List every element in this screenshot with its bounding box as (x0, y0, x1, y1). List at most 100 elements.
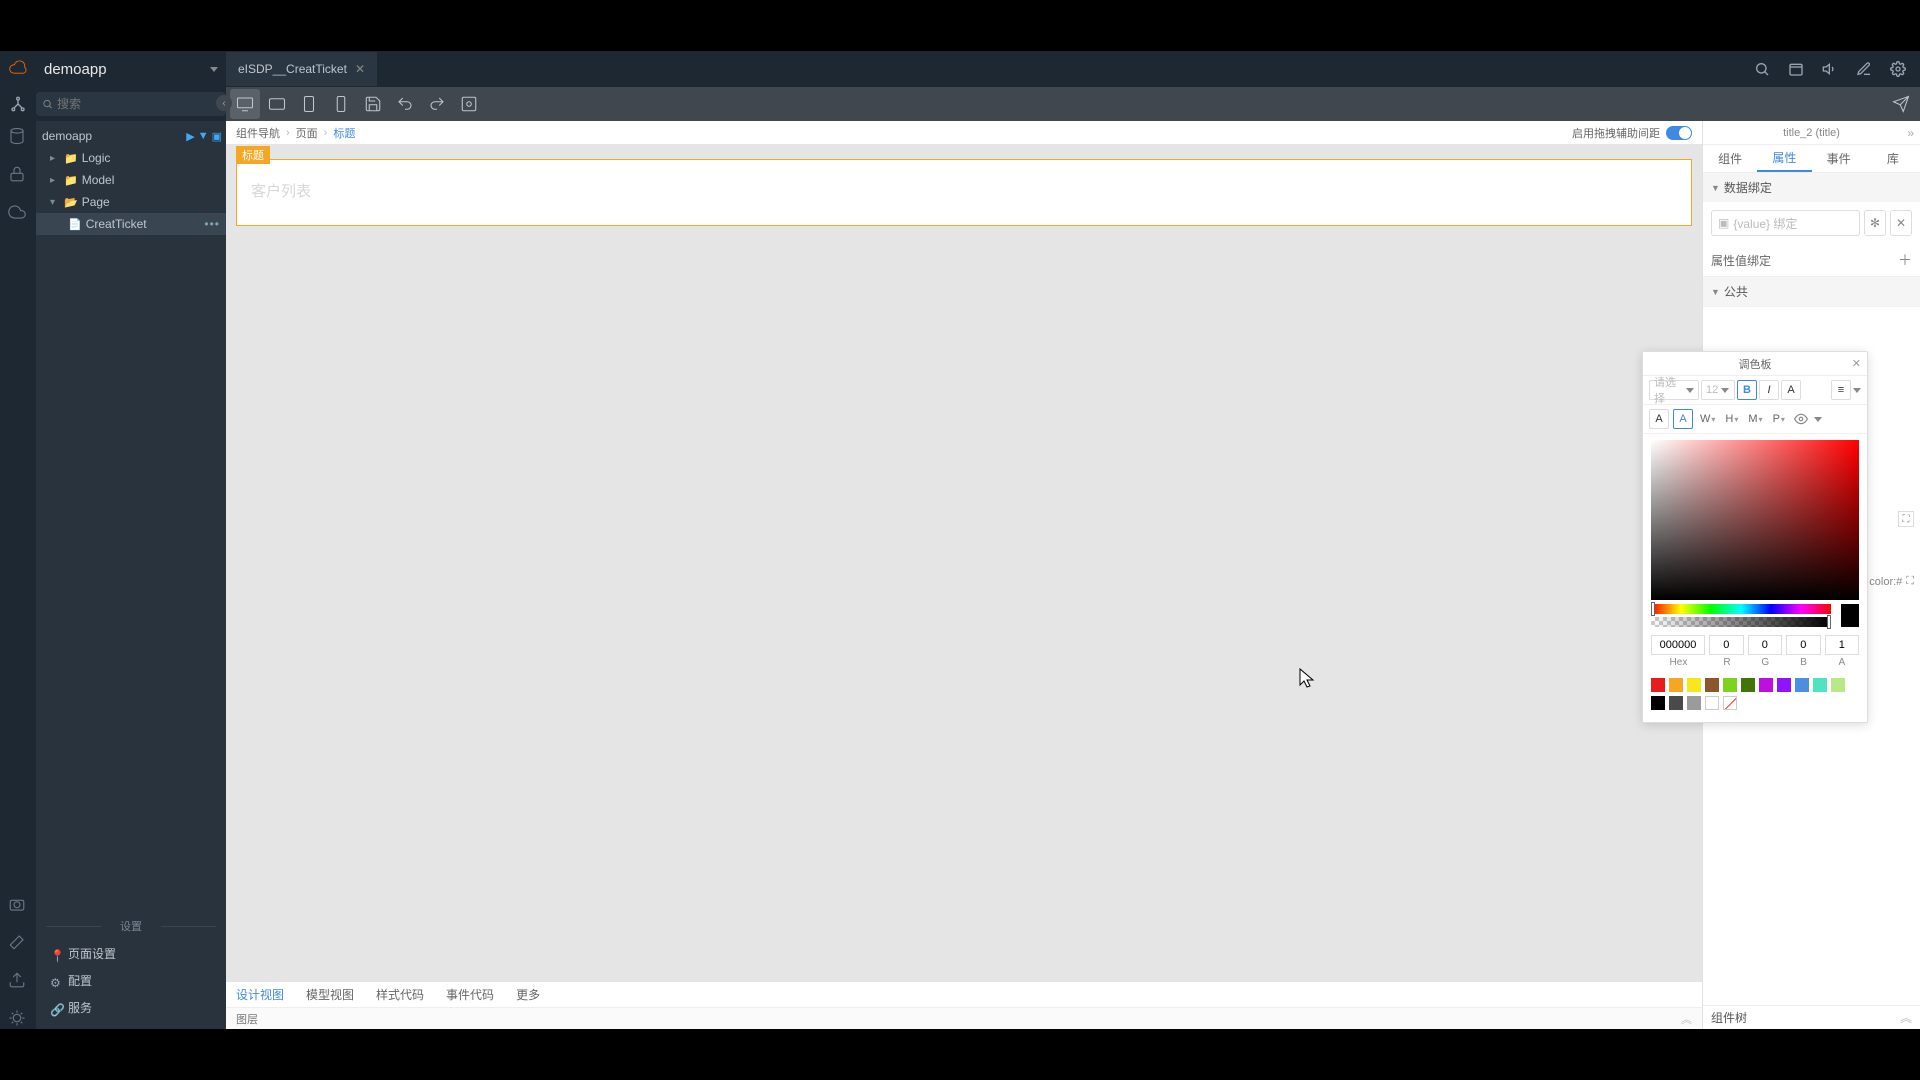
hue-slider[interactable] (1651, 604, 1831, 614)
close-color-panel[interactable]: ✕ (1852, 357, 1861, 370)
swatch[interactable] (1705, 678, 1719, 692)
swatch[interactable] (1651, 678, 1665, 692)
swatch[interactable] (1669, 678, 1683, 692)
selected-title-component[interactable]: 标题 客户列表 (236, 159, 1692, 226)
alpha-slider[interactable] (1651, 617, 1831, 627)
visibility-icon[interactable] (1792, 410, 1810, 428)
preview-icon[interactable] (454, 89, 484, 119)
fg-color-a[interactable]: A (1673, 409, 1693, 429)
device-tablet-portrait[interactable] (294, 89, 324, 119)
tab-model-view[interactable]: 模型视图 (306, 986, 354, 1003)
gear-icon[interactable] (1884, 55, 1912, 83)
tree-icon[interactable] (0, 87, 36, 121)
rail-upload-icon[interactable] (8, 971, 28, 991)
more-icon[interactable]: ••• (204, 217, 220, 231)
tree-folder-logic[interactable]: ▸📁Logic (36, 147, 226, 169)
tree-root[interactable]: demoapp ▶▼▣ (36, 125, 226, 147)
sound-icon[interactable] (1816, 55, 1844, 83)
swatch[interactable] (1813, 678, 1827, 692)
rail-cloud-icon[interactable] (8, 203, 28, 223)
tree-file-create-ticket[interactable]: 📄CreatTicket••• (36, 213, 226, 235)
inspector-tab-events[interactable]: 事件 (1812, 145, 1866, 172)
settings-page[interactable]: 📍页面设置 (36, 940, 226, 967)
width-dd[interactable]: W▾ (1697, 409, 1718, 429)
collapse-up-icon[interactable]: ︽ (1900, 1009, 1912, 1026)
align-button[interactable]: ≡ (1831, 380, 1851, 400)
section-data-binding[interactable]: ▼数据绑定 (1703, 173, 1920, 202)
hex-input[interactable] (1651, 635, 1705, 655)
padding-dd[interactable]: P▾ (1770, 409, 1788, 429)
device-phone[interactable] (326, 89, 356, 119)
margin-dd[interactable]: M▾ (1745, 409, 1765, 429)
tree-folder-page[interactable]: ▾📂Page (36, 191, 226, 213)
bg-color-a[interactable]: A (1649, 409, 1669, 429)
calendar-icon[interactable] (1782, 55, 1810, 83)
tab-style-code[interactable]: 样式代码 (376, 986, 424, 1003)
swatch[interactable] (1687, 696, 1701, 710)
edit-icon[interactable] (1850, 55, 1878, 83)
add-binding-button[interactable]: ＋ (1898, 250, 1912, 270)
swatch[interactable] (1759, 678, 1773, 692)
swatch[interactable] (1741, 678, 1755, 692)
send-icon[interactable] (1886, 89, 1916, 119)
g-input[interactable] (1748, 635, 1783, 655)
rail-wand-icon[interactable] (8, 933, 28, 953)
explorer-search[interactable] (36, 92, 226, 116)
rail-db-icon[interactable] (8, 127, 28, 147)
inspector-tab-component[interactable]: 组件 (1703, 145, 1757, 172)
rail-bug-icon[interactable] (8, 1009, 28, 1029)
collapse-left-icon[interactable]: ‹ (216, 95, 232, 111)
font-family-dropdown[interactable]: 请选择 (1649, 380, 1699, 400)
swatch[interactable] (1669, 696, 1683, 710)
device-tablet-landscape[interactable] (262, 89, 292, 119)
swatch[interactable] (1777, 678, 1791, 692)
tab-design-view[interactable]: 设计视图 (236, 986, 284, 1003)
inspector-tab-attrs[interactable]: 属性 (1757, 145, 1811, 172)
b-input[interactable] (1786, 635, 1821, 655)
swatch[interactable] (1795, 678, 1809, 692)
tab-event-code[interactable]: 事件代码 (446, 986, 494, 1003)
bold-button[interactable]: B (1737, 380, 1757, 400)
italic-button[interactable]: I (1759, 380, 1779, 400)
close-tab-icon[interactable]: ✕ (355, 62, 365, 76)
rail-lock-icon[interactable] (8, 165, 28, 185)
section-public[interactable]: ▼公共 (1703, 277, 1920, 306)
saturation-value-picker[interactable] (1651, 440, 1859, 600)
swatch[interactable] (1651, 696, 1665, 710)
bind-gear-button[interactable]: ✻ (1864, 210, 1886, 236)
collapse-up-icon[interactable]: ︽ (1681, 1011, 1692, 1027)
editor-tab[interactable]: eISDP__CreatTicket ✕ (226, 52, 377, 86)
expand-icon[interactable]: » (1907, 126, 1914, 140)
save-icon[interactable] (358, 89, 388, 119)
bind-clear-button[interactable]: ✕ (1890, 210, 1912, 236)
tree-folder-model[interactable]: ▸📁Model (36, 169, 226, 191)
tab-more[interactable]: 更多 (516, 986, 540, 1003)
r-input[interactable] (1709, 635, 1744, 655)
rail-camera-icon[interactable] (8, 895, 28, 915)
drag-assist-toggle[interactable] (1666, 126, 1692, 140)
breadcrumb-page[interactable]: 页面 (296, 125, 318, 141)
swatch[interactable] (1723, 678, 1737, 692)
device-desktop[interactable] (230, 89, 260, 119)
data-bind-input[interactable]: ▣ {value} 绑定 (1711, 210, 1860, 236)
search-icon[interactable] (1748, 55, 1776, 83)
swatch[interactable] (1705, 696, 1719, 710)
swatch-none[interactable] (1723, 696, 1737, 710)
app-dropdown[interactable]: demoapp (36, 55, 226, 83)
settings-config[interactable]: ⚙配置 (36, 967, 226, 994)
font-color-button[interactable]: A (1781, 380, 1801, 400)
swatch[interactable] (1687, 678, 1701, 692)
undo-icon[interactable] (390, 89, 420, 119)
height-dd[interactable]: H▾ (1722, 409, 1741, 429)
swatch[interactable] (1831, 678, 1845, 692)
search-input[interactable] (57, 97, 220, 111)
redo-icon[interactable] (422, 89, 452, 119)
design-canvas[interactable]: 标题 客户列表 (226, 145, 1702, 981)
behind-fullscreen-icon[interactable]: ⛶ (1898, 511, 1914, 527)
breadcrumb-root[interactable]: 组件导航 (236, 125, 280, 141)
font-size-dropdown[interactable]: 12 (1701, 380, 1735, 400)
a-input[interactable] (1825, 635, 1860, 655)
inspector-tab-lib[interactable]: 库 (1866, 145, 1920, 172)
settings-service[interactable]: 🔗服务 (36, 994, 226, 1021)
color-expand-icon[interactable]: ⛶ (1906, 575, 1914, 588)
